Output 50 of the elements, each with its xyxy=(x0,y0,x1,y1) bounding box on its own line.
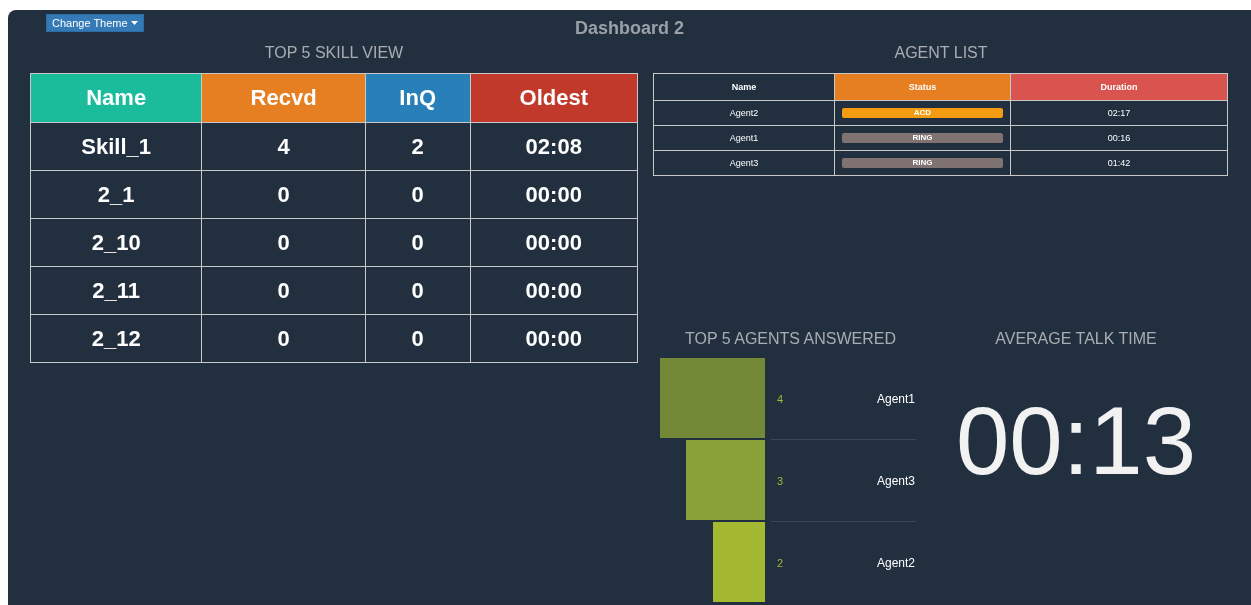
column-header: Status xyxy=(834,73,1011,101)
dashboard-title: Dashboard 2 xyxy=(575,18,684,39)
table-cell: Agent3 xyxy=(653,150,835,176)
table-cell: Agent2 xyxy=(653,100,835,126)
column-header: Name xyxy=(30,73,202,123)
column-header: Oldest xyxy=(470,73,638,123)
bar-value: 2 xyxy=(776,556,784,569)
bar-label: Agent2 xyxy=(876,555,916,570)
column-header: Recvd xyxy=(201,73,366,123)
table-cell: 2 xyxy=(365,122,470,171)
table-cell: 2_11 xyxy=(30,266,202,315)
table-cell: 0 xyxy=(201,170,366,219)
bar-label: Agent3 xyxy=(876,473,916,488)
status-badge: RING xyxy=(841,133,1003,143)
table-cell: 2_12 xyxy=(30,314,202,363)
table-cell: 02:17 xyxy=(1010,100,1228,126)
change-theme-button[interactable]: Change Theme xyxy=(46,14,144,32)
table-cell: 0 xyxy=(365,170,470,219)
talk-time-value: 00:13 xyxy=(954,386,1198,496)
column-header: InQ xyxy=(365,73,470,123)
table-cell: 0 xyxy=(201,218,366,267)
table-cell: 0 xyxy=(365,218,470,267)
table-cell: 00:00 xyxy=(470,170,638,219)
table-cell: 02:08 xyxy=(470,122,638,171)
section-title: AVERAGE TALK TIME xyxy=(994,330,1158,348)
status-badge: ACD xyxy=(841,108,1003,118)
section-title: AGENT LIST xyxy=(893,44,989,62)
table-cell: 00:00 xyxy=(470,266,638,315)
table-cell: Skill_1 xyxy=(30,122,202,171)
status-badge: RING xyxy=(841,158,1003,168)
table-cell: 2_1 xyxy=(30,170,202,219)
bar-value: 3 xyxy=(776,474,784,487)
table-cell: 0 xyxy=(201,266,366,315)
caret-icon xyxy=(130,21,138,25)
table-cell: 00:16 xyxy=(1010,125,1228,151)
section-title: TOP 5 AGENTS ANSWERED xyxy=(684,330,897,348)
table-cell: 2_10 xyxy=(30,218,202,267)
table-cell: 4 xyxy=(201,122,366,171)
bar-value: 4 xyxy=(776,392,784,405)
column-header: Name xyxy=(653,73,835,101)
table-cell: 01:42 xyxy=(1010,150,1228,176)
table-cell: 00:00 xyxy=(470,314,638,363)
section-title: TOP 5 SKILL VIEW xyxy=(263,44,405,62)
table-cell: 0 xyxy=(365,314,470,363)
table-cell: 0 xyxy=(201,314,366,363)
bar-label: Agent1 xyxy=(876,391,916,406)
table-cell: 0 xyxy=(365,266,470,315)
column-header: Duration xyxy=(1010,73,1228,101)
table-cell: Agent1 xyxy=(653,125,835,151)
table-cell: 00:00 xyxy=(470,218,638,267)
